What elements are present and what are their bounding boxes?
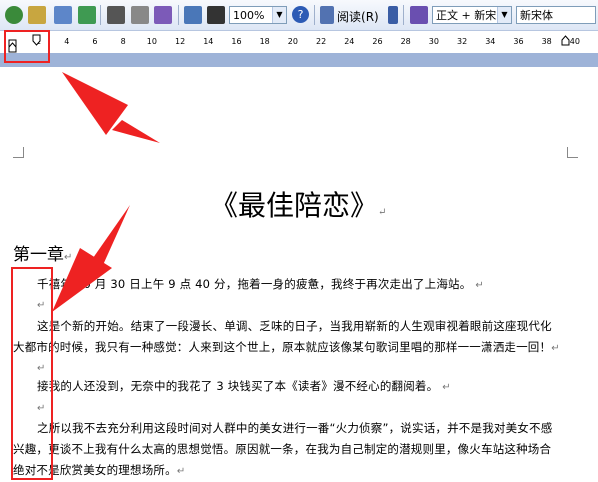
ruler-tick-label: 28 xyxy=(400,37,411,46)
toolbar-separator xyxy=(100,5,101,25)
help-icon[interactable]: ? xyxy=(292,6,309,23)
document-title: 《最佳陪恋》↵ xyxy=(210,184,386,224)
zoom-value: 100% xyxy=(233,9,265,22)
toolbar-separator xyxy=(403,5,404,25)
ruler-tick-label: 12 xyxy=(175,37,186,46)
chapter-text: 第一章 xyxy=(13,245,64,265)
text-line: 这是个新的开始。结束了一段漫长、单调、乏味的日子，当我用崭新的人生观审视着眼前这… xyxy=(37,318,552,334)
ruler-tick-label: 24 xyxy=(344,37,355,46)
chapter-heading: 第一章↵ xyxy=(13,240,72,265)
ruler-tick-label: 4 xyxy=(64,37,70,46)
toolbar-options-icon[interactable] xyxy=(388,6,398,24)
line-text: 之所以我不去充分利用这段时间对人群中的美女进行一番“火力侦察”，说实话，并不是我… xyxy=(37,421,553,435)
paragraph-mark: ↵ xyxy=(176,466,186,477)
edit-icon[interactable] xyxy=(28,6,46,24)
columns-icon[interactable] xyxy=(107,6,125,24)
paragraph-mark: ↵ xyxy=(551,343,560,354)
document-map-icon[interactable] xyxy=(154,6,172,24)
chevron-down-icon[interactable]: ▼ xyxy=(272,7,286,23)
zoom-combo[interactable]: 100% ▼ xyxy=(229,6,287,24)
drawing-icon[interactable] xyxy=(131,6,149,24)
ruler-tick-label: 26 xyxy=(372,37,383,46)
ruler-tick-label: 8 xyxy=(120,37,126,46)
chevron-down-icon[interactable]: ▼ xyxy=(497,7,511,23)
ruler-tick-label: 6 xyxy=(92,37,98,46)
read-shortcut: (R) xyxy=(361,10,379,24)
formatting-toolbar: 100% ▼ ? 阅读(R) 正文 + 新宋 ▼ 新宋体 xyxy=(0,0,598,31)
ruler-tick-label: 32 xyxy=(457,37,468,46)
text-line: 大都市的时候，我只有一种感觉：人来到这个世上，原本就应该像某句歌词里唱的那样一一… xyxy=(13,339,560,355)
margin-corner-mark xyxy=(567,147,578,158)
paragraph-mark: ↵ xyxy=(442,382,451,393)
text-line: 之所以我不去充分利用这段时间对人群中的美女进行一番“火力侦察”，说实话，并不是我… xyxy=(37,420,552,436)
toolbar-separator xyxy=(314,5,315,25)
ruler-tick-label: 36 xyxy=(513,37,524,46)
style-combo[interactable]: 正文 + 新宋 ▼ xyxy=(432,6,512,24)
line-text: 这是个新的开始。结束了一段漫长、单调、乏味的日子，当我用崭新的人生观审视着眼前这… xyxy=(37,319,552,333)
text-line: 接我的人还没到，无奈中的我花了 3 块钱买了本《读者》漫不经心的翻阅着。 ↵ xyxy=(37,378,451,394)
paragraph-mark: ↵ xyxy=(64,252,73,263)
read-icon xyxy=(320,6,334,24)
ruler-tick-label: 16 xyxy=(231,37,242,46)
annotation-box-indent-markers xyxy=(4,30,50,63)
web-icon[interactable] xyxy=(5,6,23,24)
excel-icon[interactable] xyxy=(78,6,96,24)
paragraph-mark: ↵ xyxy=(475,280,484,291)
ruler-tick-label: 34 xyxy=(485,37,496,46)
text-line: 千禧年 10 月 30 日上午 9 点 40 分，拖着一身的疲惫，我终于再次走出… xyxy=(37,276,484,292)
ruler-tick-label: 38 xyxy=(541,37,552,46)
ruler-tick-label: 30 xyxy=(428,37,439,46)
ruler-tick-label: 40 xyxy=(569,37,580,46)
margin-corner-mark xyxy=(13,147,24,158)
ruler-tick-label: 10 xyxy=(146,37,157,46)
print-preview-icon[interactable] xyxy=(184,6,202,24)
line-text: 接我的人还没到，无奈中的我花了 3 块钱买了本《读者》漫不经心的翻阅着。 xyxy=(37,379,439,393)
read-button[interactable]: 阅读(R) xyxy=(337,8,379,25)
ruler-tick-label: 14 xyxy=(203,37,214,46)
paragraph-mark: ↵ xyxy=(378,207,387,218)
paragraph-mark-icon[interactable] xyxy=(207,6,225,24)
ruler-tick-label: 18 xyxy=(259,37,270,46)
style-value: 正文 + 新宋 xyxy=(436,9,497,22)
font-combo[interactable]: 新宋体 xyxy=(516,6,596,24)
annotation-box-indent-column xyxy=(11,267,53,480)
line-text: 兴趣，更谈不上我有什么太高的思想觉悟。原因就一条，在我为自己制定的潜规则里，像火… xyxy=(13,442,552,456)
line-text: 大都市的时候，我只有一种感觉：人来到这个世上，原本就应该像某句歌词里唱的那样一一… xyxy=(13,340,552,354)
table-icon[interactable] xyxy=(54,6,72,24)
ruler-tick-label: 20 xyxy=(287,37,298,46)
title-text: 《最佳陪恋》 xyxy=(210,189,379,222)
text-line: 兴趣，更谈不上我有什么太高的思想觉悟。原因就一条，在我为自己制定的潜规则里，像火… xyxy=(13,441,551,457)
ruler-tick-label: 22 xyxy=(316,37,327,46)
font-value: 新宋体 xyxy=(520,9,553,22)
read-label: 阅读 xyxy=(337,10,362,24)
styles-icon[interactable] xyxy=(410,6,428,24)
toolbar-separator xyxy=(178,5,179,25)
ruler-shadow xyxy=(0,53,598,67)
line-text: 千禧年 10 月 30 日上午 9 点 40 分，拖着一身的疲惫，我终于再次走出… xyxy=(37,277,472,291)
horizontal-ruler[interactable] xyxy=(0,31,598,54)
help-label: ? xyxy=(297,8,304,21)
